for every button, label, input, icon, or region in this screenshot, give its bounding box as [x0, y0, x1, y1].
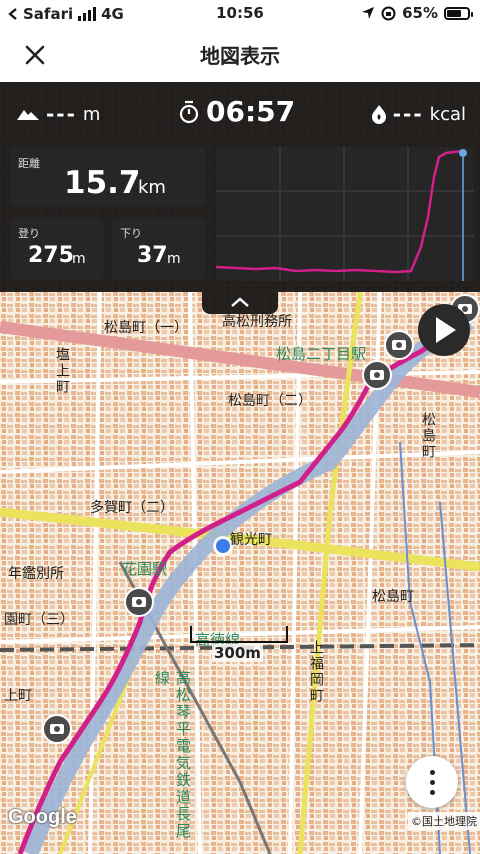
descent-label: 下り [120, 227, 142, 240]
descent-unit: m [167, 251, 181, 267]
distance-label: 距離 [18, 157, 40, 170]
map-label: 観光町 [230, 532, 272, 548]
timer-value: 06:57 [206, 95, 296, 128]
photo-marker-icon[interactable] [42, 714, 72, 744]
collapse-panel-button[interactable] [202, 292, 278, 314]
location-arrow-icon [362, 7, 375, 19]
map-label: 松島町 [372, 589, 414, 605]
google-logo: Google [8, 806, 77, 828]
map-label: 塩上町 [54, 347, 70, 395]
stopwatch-icon [179, 100, 199, 123]
battery-icon [444, 6, 473, 20]
stats-panel: --- m 06:57 --- kcal 距離 15.7 km 登り 275 m… [0, 82, 480, 292]
more-options-button[interactable] [406, 756, 458, 808]
elevation-line [216, 149, 463, 274]
map-scale: 300m [190, 626, 288, 662]
distance-unit: km [138, 177, 166, 198]
map-label: 多賀町（二） [90, 500, 174, 516]
scale-label: 300m [212, 644, 263, 662]
elevation-chart [216, 147, 474, 281]
map-label: 松島町（一） [104, 320, 188, 336]
map-attribution: ©国土地理院 [408, 812, 480, 830]
status-right: 65% [361, 4, 473, 22]
map-label: 松島二丁目駅 [276, 345, 367, 363]
ascent-unit: m [72, 251, 86, 267]
distance-value: 15.7 [64, 165, 141, 201]
altitude-unit: m [82, 103, 101, 125]
timer-stat: 06:57 [178, 95, 295, 128]
map-label: 年鑑別所 [8, 566, 64, 582]
photo-marker-icon[interactable] [384, 330, 414, 360]
descent-card: 下り 37 m [112, 217, 206, 280]
ascent-card: 登り 275 m [10, 217, 104, 280]
orientation-lock-icon [381, 6, 396, 20]
battery-percent: 65% [402, 4, 438, 22]
altitude-stat: --- m [16, 102, 100, 126]
more-dot [430, 790, 435, 795]
photo-marker-icon[interactable] [124, 587, 154, 617]
map-label: 松島町 [420, 412, 436, 460]
map-label: 園町（三） [4, 612, 74, 628]
map-label: 上町 [4, 688, 32, 704]
flame-icon [371, 105, 386, 124]
nav-bar: 地図表示 [0, 28, 480, 82]
map-label: 花園駅 [122, 560, 168, 578]
calories-stat: --- kcal [371, 102, 466, 126]
page-title: 地図表示 [200, 44, 280, 68]
altitude-value: --- [46, 102, 77, 126]
play-icon [436, 317, 456, 343]
ascent-label: 登り [18, 227, 40, 240]
descent-value: 37 [137, 243, 168, 268]
more-dot [430, 770, 435, 775]
photo-marker-icon[interactable] [362, 360, 392, 390]
distance-card: 距離 15.7 km [10, 147, 206, 207]
scale-bar [190, 626, 288, 643]
calories-value: --- [392, 102, 424, 126]
status-bar: Safari 4G 10:56 65% [0, 0, 480, 28]
calories-unit: kcal [429, 103, 466, 125]
mountain-icon [17, 110, 39, 120]
map-label: 松島町（二） [228, 393, 312, 409]
current-position-marker [459, 149, 467, 157]
chevron-up-icon [231, 297, 249, 307]
elevation-chart-svg [216, 147, 474, 281]
map-label: 上福岡町 [308, 640, 324, 704]
play-button[interactable] [418, 304, 470, 356]
more-dot [430, 780, 435, 785]
map-label: 高松琴平電気鉄道長尾線 [153, 670, 192, 840]
ascent-value: 275 [28, 243, 74, 268]
